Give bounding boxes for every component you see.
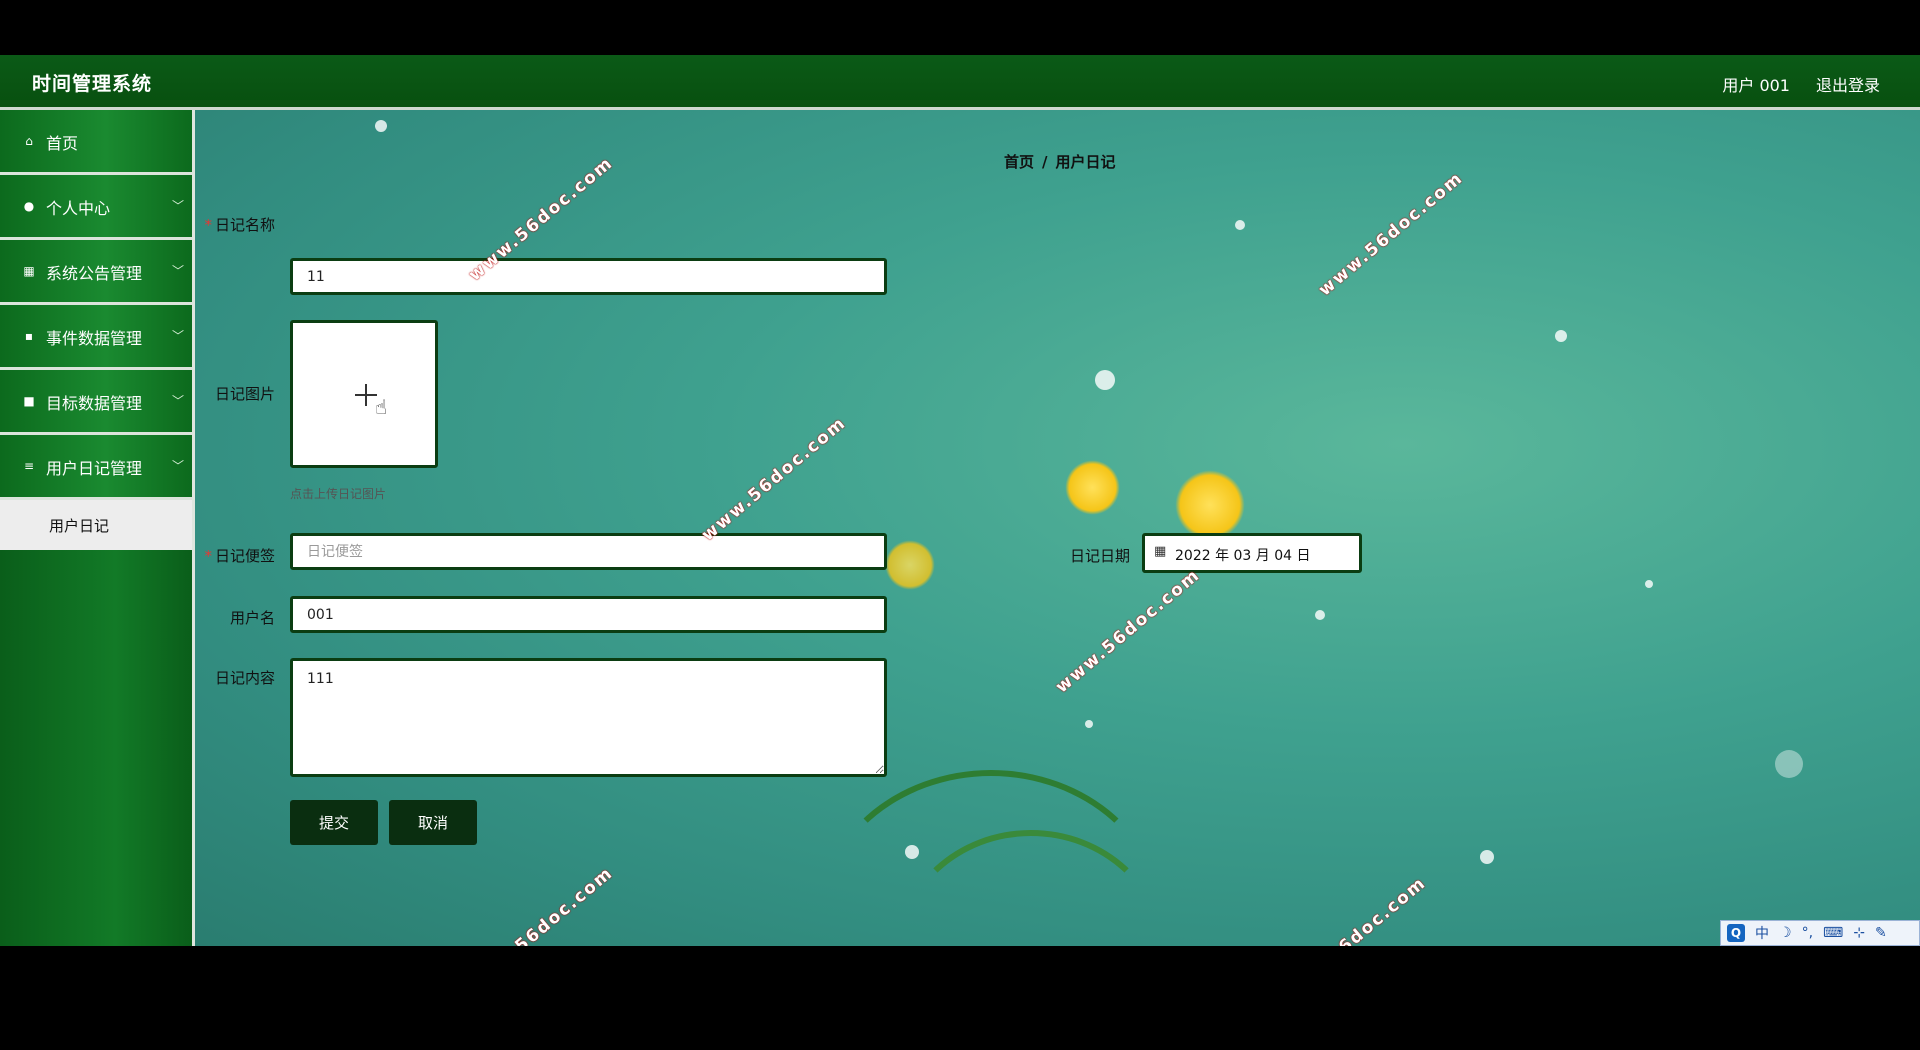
diary-note-label: * 日记便签 [204,547,275,565]
ime-logo-icon[interactable]: Q [1727,924,1745,942]
watermark: www.56doc.com [1052,565,1205,698]
breadcrumb: 首页 / 用户日记 [1004,151,1116,172]
chevron-down-icon: ﹀ [171,264,184,278]
watermark: www.56doc.com [465,863,618,946]
ime-moon-icon[interactable]: ☽ [1779,925,1792,941]
background-flower [1065,460,1120,515]
image-upload-box[interactable]: ☝ [290,320,438,468]
hand-cursor-icon: ☝ [375,395,388,419]
watermark: www.56doc.com [698,413,851,546]
background-bokeh [375,120,387,132]
grid-icon: ▦ [23,264,35,278]
cancel-button[interactable]: 取消 [389,800,477,845]
sidebar-item-label: 目标数据管理 [46,394,143,413]
diary-content-textarea[interactable]: 111 [290,658,887,777]
ime-toolbar: Q 中 ☽ °, ⌨ ⊹ ✎ [1720,920,1920,946]
watermark: www.56doc.com [1278,873,1431,946]
chevron-down-icon: ﹀ [171,329,184,343]
plus-icon [365,384,367,406]
sidebar-item-label: 系统公告管理 [46,264,143,283]
background-bokeh [1235,220,1245,230]
app-title: 时间管理系统 [32,73,153,95]
sidebar-item-announcements[interactable]: ▦ 系统公告管理 ﹀ [0,240,192,305]
sidebar-item-goals[interactable]: ■ 目标数据管理 ﹀ [0,370,192,435]
diary-name-input[interactable] [290,258,887,295]
chevron-down-icon: ﹀ [171,199,184,213]
breadcrumb-home[interactable]: 首页 [1004,153,1034,171]
diary-note-input[interactable] [290,533,887,570]
current-user: 用户 001 [1722,76,1790,95]
ime-language-toggle[interactable]: 中 [1755,923,1769,943]
ime-keyboard-icon[interactable]: ⌨ [1823,925,1843,941]
sidebar-subitem-user-diary[interactable]: 用户日记 [0,500,192,550]
chevron-up-icon: ﹀ [171,459,184,473]
ime-extra-icon[interactable]: ⊹ [1853,925,1865,941]
background-flower [885,540,935,590]
sidebar-item-home[interactable]: ⌂ 首页 [0,110,192,175]
ime-tool-icon[interactable]: ✎ [1875,925,1887,941]
diary-date-label: 日记日期 [1069,547,1130,565]
diary-date-value: 2022 年 03 月 04 日 [1175,548,1311,564]
background-bokeh [1315,610,1325,620]
breadcrumb-current: 用户日记 [1055,153,1116,171]
home-icon: ⌂ [25,134,33,148]
background-bokeh [1775,750,1803,778]
sidebar-item-diary-management[interactable]: ≡ 用户日记管理 ﹀ [0,435,192,500]
app-window: 时间管理系统 用户 001 退出登录 ⌂ 首页 ● 个人中心 ﹀ ▦ 系统公告管… [0,55,1920,946]
sidebar-item-label: 首页 [46,134,79,153]
person-icon: ● [23,199,35,213]
submit-button[interactable]: 提交 [290,800,378,845]
ime-punctuation-icon[interactable]: °, [1802,925,1813,941]
required-mark: * [204,216,212,234]
sidebar-item-label: 个人中心 [46,199,111,218]
diary-content-label: 日记内容 [214,669,275,687]
list-icon: ≡ [23,459,35,473]
sidebar-item-events[interactable]: ▪ 事件数据管理 ﹀ [0,305,192,370]
chevron-down-icon: ﹀ [171,394,184,408]
username-label: 用户名 [229,609,275,627]
calendar-icon: ▦ [1154,544,1167,559]
background-flower [1175,470,1245,540]
required-mark: * [204,547,212,565]
sidebar-subitem-label: 用户日记 [49,517,110,535]
sidebar-item-label: 事件数据管理 [46,329,143,348]
background-bokeh [1095,370,1115,390]
sidebar-item-label: 用户日记管理 [46,459,143,478]
background-bokeh [1085,720,1093,728]
background-bokeh [1480,850,1494,864]
sidebar: ⌂ 首页 ● 个人中心 ﹀ ▦ 系统公告管理 ﹀ ▪ 事件数据管理 ﹀ ■ 目标… [0,110,195,946]
diary-image-label: 日记图片 [214,385,275,403]
background-bokeh [1555,330,1567,342]
database-icon: ■ [23,394,35,408]
image-upload-hint: 点击上传日记图片 [290,487,387,501]
breadcrumb-separator: / [1042,153,1048,171]
username-input[interactable] [290,596,887,633]
diary-date-picker[interactable]: ▦ 2022 年 03 月 04 日 [1142,533,1362,573]
background-bokeh [1645,580,1653,588]
apps-icon: ▪ [24,329,34,343]
main-content: 首页 / 用户日记 *日记名称 日记图片 ☝ 点击上传日记图片 *日记便签 日记日期… [195,110,1920,946]
logout-link[interactable]: 退出登录 [1816,72,1880,96]
top-navbar: 时间管理系统 用户 001 退出登录 [0,55,1920,110]
diary-name-label: * 日记名称 [204,216,275,234]
sidebar-item-personal-center[interactable]: ● 个人中心 ﹀ [0,175,192,240]
watermark: www.56doc.com [1315,168,1468,301]
